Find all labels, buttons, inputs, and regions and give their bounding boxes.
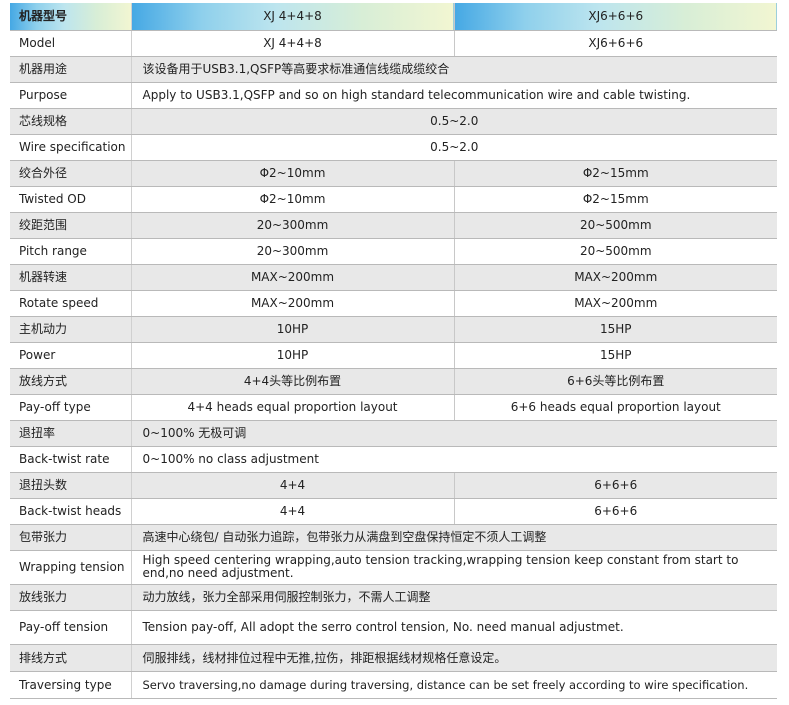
table-row: 退扭头数 4+4 6+6+6 [10, 472, 777, 499]
cell-value: 0.5~2.0 [131, 134, 777, 161]
table-row: Pay-off type 4+4 heads equal proportion … [10, 394, 777, 421]
cell-value: 0.5~2.0 [131, 108, 777, 135]
cell-model-b: MAX~200mm [454, 290, 777, 317]
table-row: 包带张力 高速中心绕包/ 自动张力追踪，包带张力从满盘到空盘保持恒定不须人工调整 [10, 524, 777, 551]
cell-model-b: 6+6+6 [454, 498, 777, 525]
row-label: Traversing type [10, 671, 132, 699]
table-row: 主机动力 10HP 15HP [10, 316, 777, 343]
cell-model-b: MAX~200mm [454, 264, 777, 291]
row-label: 机器用途 [10, 56, 132, 83]
cell-model-a: XJ 4+4+8 [131, 30, 455, 57]
row-label: 绞距范围 [10, 212, 132, 239]
table-header-row: 机器型号 XJ 4+4+8 XJ6+6+6 [10, 3, 777, 31]
table-row: 绞距范围 20~300mm 20~500mm [10, 212, 777, 239]
row-label: Pay-off tension [10, 610, 132, 645]
cell-model-a: 10HP [131, 316, 455, 343]
table-row: Back-twist rate 0~100% no class adjustme… [10, 446, 777, 473]
cell-model-b: 20~500mm [454, 238, 777, 265]
table-row: Twisted OD Φ2~10mm Φ2~15mm [10, 186, 777, 213]
header-model-a: XJ 4+4+8 [131, 3, 455, 31]
table-row: 排线方式 伺服排线，线材排位过程中无推,拉伤，排距根据线材规格任意设定。 [10, 644, 777, 672]
cell-model-b: 6+6头等比例布置 [454, 368, 777, 395]
table-row: Wrapping tension High speed centering wr… [10, 550, 777, 585]
row-label: Power [10, 342, 132, 369]
cell-value: Apply to USB3.1,QSFP and so on high stan… [131, 82, 777, 109]
table-row: Back-twist heads 4+4 6+6+6 [10, 498, 777, 525]
cell-model-a: Φ2~10mm [131, 160, 455, 187]
cell-model-a: 4+4 [131, 472, 455, 499]
row-label: 退扭头数 [10, 472, 132, 499]
table-row: 机器转速 MAX~200mm MAX~200mm [10, 264, 777, 291]
cell-model-b: 15HP [454, 342, 777, 369]
cell-model-b: 6+6 heads equal proportion layout [454, 394, 777, 421]
header-model-b: XJ6+6+6 [454, 3, 777, 31]
cell-value: 伺服排线，线材排位过程中无推,拉伤，排距根据线材规格任意设定。 [131, 644, 777, 672]
row-label: Wire specification [10, 134, 132, 161]
cell-model-b: Φ2~15mm [454, 160, 777, 187]
row-label: Pay-off type [10, 394, 132, 421]
row-label: 放线张力 [10, 584, 132, 611]
cell-model-b: Φ2~15mm [454, 186, 777, 213]
table-row: 放线方式 4+4头等比例布置 6+6头等比例布置 [10, 368, 777, 395]
row-label: Twisted OD [10, 186, 132, 213]
cell-model-b: 20~500mm [454, 212, 777, 239]
table-row: Power 10HP 15HP [10, 342, 777, 369]
row-label: Wrapping tension [10, 550, 132, 585]
cell-model-b: 15HP [454, 316, 777, 343]
table-row: Wire specification 0.5~2.0 [10, 134, 777, 161]
cell-model-a: Φ2~10mm [131, 186, 455, 213]
table-row: Traversing type Servo traversing,no dama… [10, 671, 777, 699]
row-label: 芯线规格 [10, 108, 132, 135]
table-row: Model XJ 4+4+8 XJ6+6+6 [10, 30, 777, 57]
cell-model-a: MAX~200mm [131, 264, 455, 291]
row-label: 排线方式 [10, 644, 132, 672]
row-label: 主机动力 [10, 316, 132, 343]
cell-value: Servo traversing,no damage during traver… [131, 671, 777, 699]
row-label: Back-twist rate [10, 446, 132, 473]
cell-value: 0~100% no class adjustment [131, 446, 777, 473]
row-label: Purpose [10, 82, 132, 109]
row-label: Model [10, 30, 132, 57]
cell-value: High speed centering wrapping,auto tensi… [131, 550, 777, 585]
cell-model-a: 4+4 [131, 498, 455, 525]
cell-value: Tension pay-off, All adopt the serro con… [131, 610, 777, 645]
cell-model-a: 4+4 heads equal proportion layout [131, 394, 455, 421]
table-row: Purpose Apply to USB3.1,QSFP and so on h… [10, 82, 777, 109]
table-row: 放线张力 动力放线，张力全部采用伺服控制张力，不需人工调整 [10, 584, 777, 611]
spec-table: 机器型号 XJ 4+4+8 XJ6+6+6 Model XJ 4+4+8 XJ6… [10, 3, 777, 699]
cell-value: 该设备用于USB3.1,QSFP等高要求标准通信线缆成缆绞合 [131, 56, 777, 83]
cell-model-a: 4+4头等比例布置 [131, 368, 455, 395]
row-label: Back-twist heads [10, 498, 132, 525]
cell-value: 0~100% 无极可调 [131, 420, 777, 447]
table-row: 芯线规格 0.5~2.0 [10, 108, 777, 135]
table-row: Rotate speed MAX~200mm MAX~200mm [10, 290, 777, 317]
cell-model-a: MAX~200mm [131, 290, 455, 317]
cell-model-a: 20~300mm [131, 212, 455, 239]
table-row: 退扭率 0~100% 无极可调 [10, 420, 777, 447]
row-label: 绞合外径 [10, 160, 132, 187]
row-label: Pitch range [10, 238, 132, 265]
table-row: Pitch range 20~300mm 20~500mm [10, 238, 777, 265]
cell-model-b: XJ6+6+6 [454, 30, 777, 57]
row-label: 包带张力 [10, 524, 132, 551]
row-label: 退扭率 [10, 420, 132, 447]
cell-value: 动力放线，张力全部采用伺服控制张力，不需人工调整 [131, 584, 777, 611]
table-row: 绞合外径 Φ2~10mm Φ2~15mm [10, 160, 777, 187]
table-row: Pay-off tension Tension pay-off, All ado… [10, 610, 777, 645]
header-label: 机器型号 [10, 3, 132, 31]
cell-model-a: 20~300mm [131, 238, 455, 265]
cell-value: 高速中心绕包/ 自动张力追踪，包带张力从满盘到空盘保持恒定不须人工调整 [131, 524, 777, 551]
table-row: 机器用途 该设备用于USB3.1,QSFP等高要求标准通信线缆成缆绞合 [10, 56, 777, 83]
row-label: 机器转速 [10, 264, 132, 291]
cell-model-a: 10HP [131, 342, 455, 369]
cell-model-b: 6+6+6 [454, 472, 777, 499]
row-label: 放线方式 [10, 368, 132, 395]
row-label: Rotate speed [10, 290, 132, 317]
